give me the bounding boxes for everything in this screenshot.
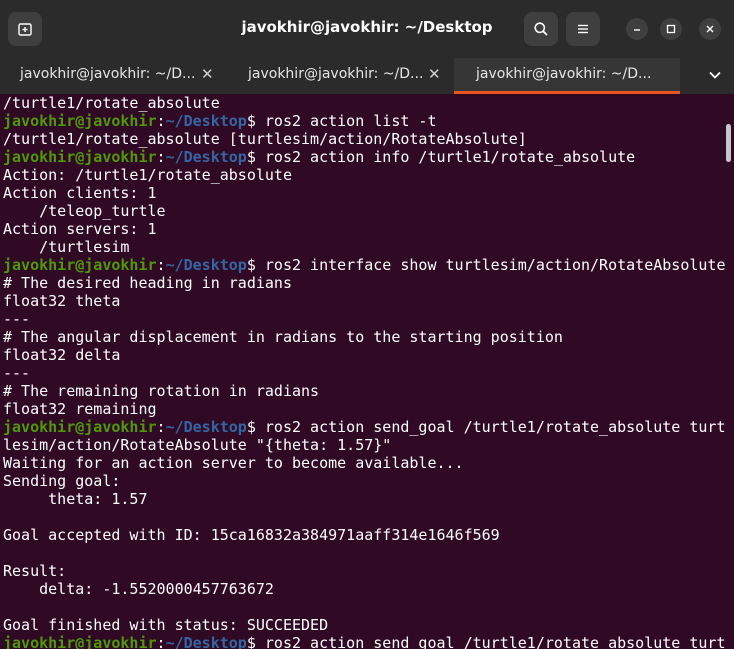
- command-text: $ ros2 interface show turtlesim/action/R…: [246, 256, 726, 274]
- tab-close-icon[interactable]: ✕: [201, 65, 214, 83]
- chevron-down-icon[interactable]: [706, 66, 724, 84]
- output-line: theta: 1.57: [3, 490, 148, 508]
- output-line: # The desired heading in radians: [3, 274, 292, 292]
- output-line: float32 remaining: [3, 400, 157, 418]
- command-text: $ ros2 action send_goal /turtle1/rotate_…: [246, 418, 726, 436]
- prompt-line: javokhir@javokhir:~/Desktop$ ros2 interf…: [3, 256, 727, 274]
- close-icon: [706, 25, 714, 33]
- minimize-icon: [634, 29, 640, 31]
- output-line: float32 delta: [3, 346, 121, 364]
- search-icon: [534, 22, 548, 36]
- output-line: Waiting for an action server to become a…: [3, 454, 464, 472]
- prompt-separator: :: [156, 148, 166, 166]
- menu-button[interactable]: [566, 12, 600, 46]
- tab-label: javokhir@javokhir: ~/D...: [476, 66, 652, 82]
- output-line: Action clients: 1: [3, 184, 157, 202]
- prompt-path: ~/Desktop: [165, 148, 247, 166]
- command-text: $ ros2 action info /turtle1/rotate_absol…: [246, 148, 636, 166]
- terminal-output[interactable]: /turtle1/rotate_absolute javokhir@javokhi…: [0, 94, 727, 649]
- prompt-path: ~/Desktop: [165, 418, 247, 436]
- output-line: ---: [3, 310, 31, 328]
- scrollbar-thumb[interactable]: [726, 124, 731, 162]
- prompt-separator: :: [156, 634, 166, 649]
- tab-label: javokhir@javokhir: ~/D...: [248, 66, 424, 82]
- prompt-user: javokhir@javokhir: [3, 634, 157, 649]
- prompt-line: javokhir@javokhir:~/Desktop$ ros2 action…: [3, 148, 727, 166]
- maximize-button[interactable]: [660, 18, 682, 40]
- prompt-separator: :: [156, 418, 166, 436]
- search-button[interactable]: [524, 12, 558, 46]
- output-line: Sending goal:: [3, 472, 121, 490]
- prompt-user: javokhir@javokhir: [3, 418, 157, 436]
- terminal-tab-2[interactable]: javokhir@javokhir: ~/D... ✕: [228, 58, 452, 94]
- output-line: float32 theta: [3, 292, 121, 310]
- terminal-window: javokhir@javokhir: ~/Desktop javokhir@ja…: [0, 0, 734, 649]
- minimize-button[interactable]: [626, 18, 648, 40]
- prompt-separator: :: [156, 112, 166, 130]
- maximize-icon: [666, 24, 676, 34]
- output-line: delta: -1.5520000457763672: [3, 580, 274, 598]
- output-line: Goal finished with status: SUCCEEDED: [3, 616, 329, 634]
- output-line: lesim/action/RotateAbsolute "{theta: 1.5…: [3, 436, 392, 454]
- terminal-tab-1[interactable]: javokhir@javokhir: ~/D... ✕: [0, 58, 226, 94]
- output-line: Result:: [3, 562, 67, 580]
- output-line: /turtlesim: [3, 238, 130, 256]
- output-line: # The angular displacement in radians to…: [3, 328, 563, 346]
- window-title: javokhir@javokhir: ~/Desktop: [241, 18, 493, 36]
- output-line: /teleop_turtle: [3, 202, 166, 220]
- prompt-separator: :: [156, 256, 166, 274]
- output-line: ---: [3, 364, 31, 382]
- tab-label: javokhir@javokhir: ~/D...: [20, 66, 196, 82]
- close-window-button[interactable]: [699, 18, 721, 40]
- prompt-user: javokhir@javokhir: [3, 256, 157, 274]
- prompt-path: ~/Desktop: [165, 112, 247, 130]
- prompt-line: javokhir@javokhir:~/Desktop$ ros2 action…: [3, 634, 727, 649]
- tab-bar: javokhir@javokhir: ~/D... ✕ javokhir@jav…: [0, 58, 734, 94]
- tab-close-icon[interactable]: ✕: [428, 65, 441, 83]
- prompt-path: ~/Desktop: [165, 256, 247, 274]
- hamburger-menu-icon: [578, 24, 588, 34]
- command-text: $ ros2 action send_goal /turtle1/rotate_…: [246, 634, 726, 649]
- output-line: Goal accepted with ID: 15ca16832a384971a…: [3, 526, 500, 544]
- terminal-tab-3-active[interactable]: javokhir@javokhir: ~/D...: [454, 58, 680, 94]
- output-line: /turtle1/rotate_absolute [turtlesim/acti…: [3, 130, 527, 148]
- prompt-user: javokhir@javokhir: [3, 148, 157, 166]
- output-line: Action servers: 1: [3, 220, 157, 238]
- title-bar: javokhir@javokhir: ~/Desktop: [0, 0, 734, 58]
- prompt-line: javokhir@javokhir:~/Desktop$ ros2 action…: [3, 112, 727, 130]
- output-line: Action: /turtle1/rotate_absolute: [3, 166, 292, 184]
- prompt-user: javokhir@javokhir: [3, 112, 157, 130]
- prompt-line: javokhir@javokhir:~/Desktop$ ros2 action…: [3, 418, 727, 436]
- output-line: # The remaining rotation in radians: [3, 382, 320, 400]
- prompt-path: ~/Desktop: [165, 634, 247, 649]
- output-line: /turtle1/rotate_absolute: [3, 94, 220, 112]
- command-text: $ ros2 action list -t: [246, 112, 437, 130]
